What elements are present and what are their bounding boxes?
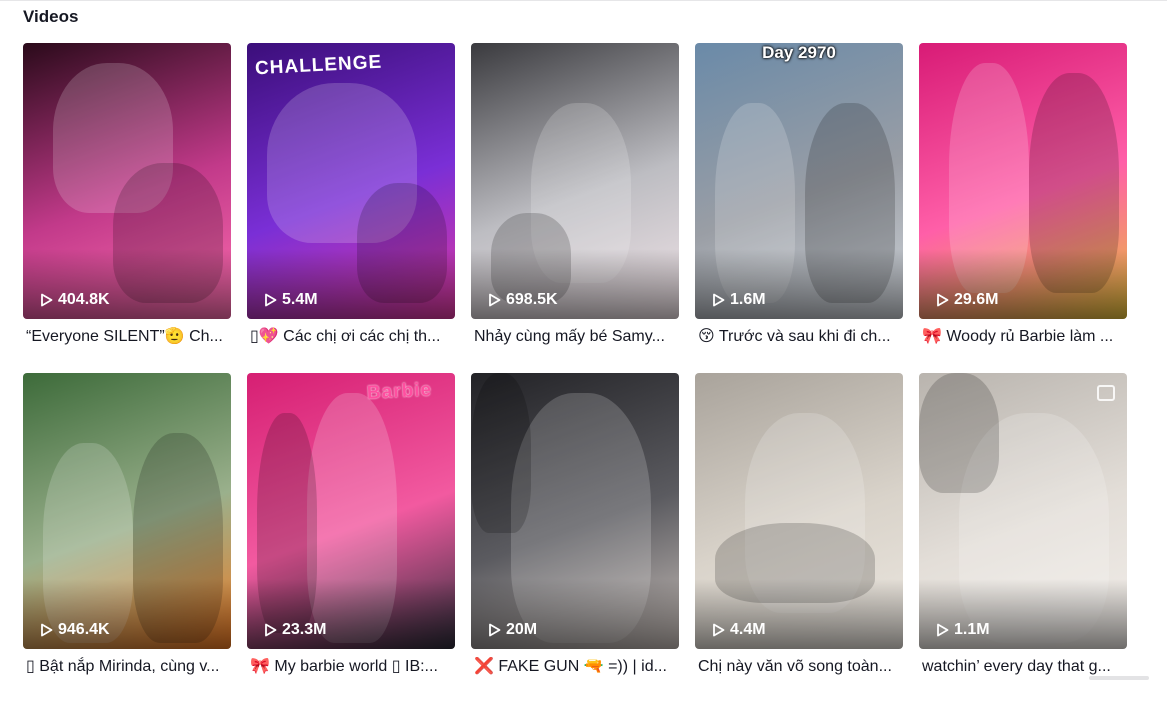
view-count: 1.1M <box>936 621 990 639</box>
view-count-label: 23.3M <box>282 621 327 638</box>
play-icon <box>937 293 949 307</box>
view-count-label: 946.4K <box>58 621 110 638</box>
view-count: 1.6M <box>712 291 766 309</box>
video-caption[interactable]: 🎀 Woody rủ Barbie làm ... <box>919 327 1122 347</box>
thumbnail-caption-text: Day 2970 <box>762 43 836 62</box>
video-card[interactable]: 946.4K ▯ Bật nắp Mirinda, cùng v... <box>23 373 231 703</box>
video-thumbnail[interactable]: Day 2970 1.6M <box>695 43 903 319</box>
thumbnail-figure <box>919 373 999 493</box>
view-count: 946.4K <box>40 621 110 639</box>
video-thumbnail[interactable]: 946.4K <box>23 373 231 649</box>
play-icon <box>41 623 53 637</box>
video-thumbnail[interactable]: Barbie 23.3M <box>247 373 455 649</box>
view-count-label: 20M <box>506 621 538 638</box>
video-thumbnail[interactable]: 4.4M <box>695 373 903 649</box>
video-caption[interactable]: “Everyone SILENT”🫡 Ch... <box>23 327 226 347</box>
play-icon <box>489 623 501 637</box>
video-thumbnail[interactable]: 404.8K <box>23 43 231 319</box>
play-icon <box>713 623 725 637</box>
view-count-label: 1.1M <box>954 621 990 638</box>
play-icon <box>489 293 501 307</box>
video-thumbnail[interactable]: 29.6M <box>919 43 1127 319</box>
view-count-label: 698.5K <box>506 291 558 308</box>
video-thumbnail[interactable]: 698.5K <box>471 43 679 319</box>
video-card[interactable]: Barbie 23.3M 🎀 My barbie world ▯ IB:... <box>247 373 455 703</box>
video-thumbnail[interactable]: 20M <box>471 373 679 649</box>
thumbnail-overlay-text: Barbie <box>366 379 433 404</box>
video-caption[interactable]: Chị này văn võ song toàn... <box>695 657 898 677</box>
view-count: 5.4M <box>264 291 318 309</box>
section-title: Videos <box>23 7 79 26</box>
video-card[interactable]: 29.6M 🎀 Woody rủ Barbie làm ... <box>919 43 1127 373</box>
view-count: 29.6M <box>936 291 998 309</box>
thumbnail-figure <box>471 373 531 533</box>
play-icon <box>41 293 53 307</box>
video-card[interactable]: 4.4M Chị này văn võ song toàn... <box>695 373 903 703</box>
video-caption[interactable]: ❌ FAKE GUN 🔫 =)) | id... <box>471 657 674 677</box>
video-card[interactable]: Day 2970 1.6M 😚 Trước và sau khi đi ch... <box>695 43 903 373</box>
video-card[interactable]: 1.1M watchin’ every day that g... <box>919 373 1127 703</box>
video-caption[interactable]: 🎀 My barbie world ▯ IB:... <box>247 657 450 677</box>
picture-in-picture-icon[interactable] <box>1097 385 1115 401</box>
video-thumbnail[interactable]: CHALLENGE 5.4M <box>247 43 455 319</box>
view-count-label: 5.4M <box>282 291 318 308</box>
video-card[interactable]: 20M ❌ FAKE GUN 🔫 =)) | id... <box>471 373 679 703</box>
view-count: 20M <box>488 621 537 639</box>
top-divider <box>0 0 1167 1</box>
view-count-label: 29.6M <box>954 291 999 308</box>
view-count-label: 4.4M <box>730 621 766 638</box>
view-count: 4.4M <box>712 621 766 639</box>
video-card[interactable]: CHALLENGE 5.4M ▯💖 Các chị ơi các chị th... <box>247 43 455 373</box>
video-caption[interactable]: ▯ Bật nắp Mirinda, cùng v... <box>23 657 226 677</box>
play-icon <box>713 293 725 307</box>
video-card[interactable]: 404.8K “Everyone SILENT”🫡 Ch... <box>23 43 231 373</box>
view-count-label: 1.6M <box>730 291 766 308</box>
video-caption[interactable]: 😚 Trước và sau khi đi ch... <box>695 327 898 347</box>
video-card[interactable]: 698.5K Nhảy cùng mấy bé Samy... <box>471 43 679 373</box>
thumbnail-overlay-text: CHALLENGE <box>254 51 383 80</box>
view-count-label: 404.8K <box>58 291 110 308</box>
video-thumbnail[interactable]: 1.1M <box>919 373 1127 649</box>
video-caption[interactable]: Nhảy cùng mấy bé Samy... <box>471 327 674 347</box>
video-caption[interactable]: watchin’ every day that g... <box>919 657 1122 677</box>
scrollbar[interactable] <box>1089 676 1149 680</box>
view-count: 23.3M <box>264 621 326 639</box>
video-grid: 404.8K “Everyone SILENT”🫡 Ch... CHALLENGE 5… <box>23 43 1127 703</box>
video-caption[interactable]: ▯💖 Các chị ơi các chị th... <box>247 327 450 347</box>
play-icon <box>265 293 277 307</box>
play-icon <box>937 623 949 637</box>
view-count: 698.5K <box>488 291 558 309</box>
play-icon <box>265 623 277 637</box>
view-count: 404.8K <box>40 291 110 309</box>
